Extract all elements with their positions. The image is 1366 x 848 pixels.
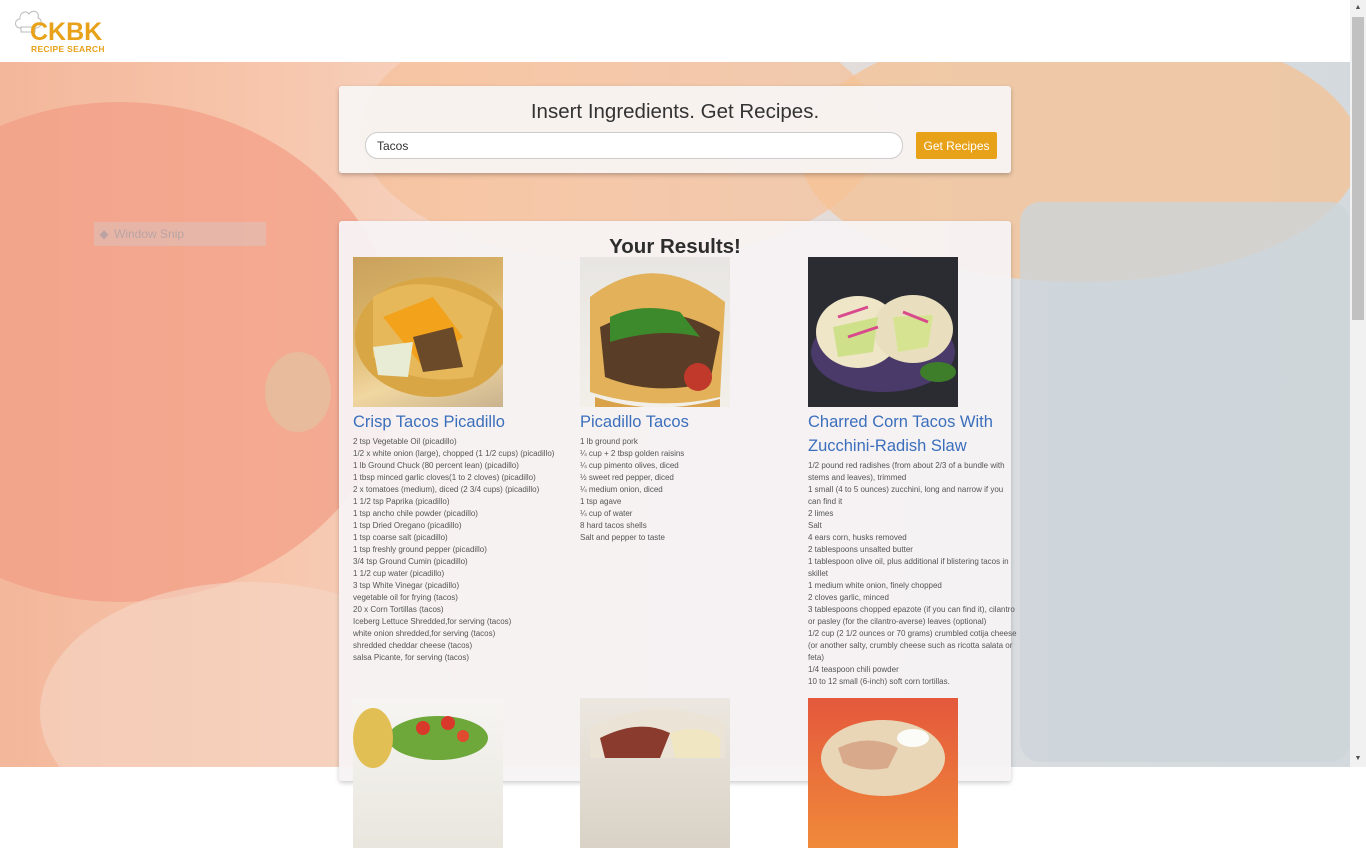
ingredient-item: 1 tsp agave — [580, 497, 622, 506]
ingredient-item: 2 x tomatoes (medium), diced (2 3/4 cups… — [353, 485, 540, 494]
ingredient-item: 1 tsp ancho chile powder (picadillo) — [353, 509, 478, 518]
recipe-card — [580, 698, 790, 848]
ingredient-item: ¼ cup of water — [580, 509, 633, 518]
search-card: Insert Ingredients. Get Recipes. Get Rec… — [339, 86, 1011, 173]
search-heading: Insert Ingredients. Get Recipes. — [530, 100, 820, 123]
ingredient-item: Salt and pepper to taste — [580, 533, 665, 542]
window-snip-ghost: ◆ Window Snip — [94, 222, 266, 246]
ingredient-item: shredded cheddar cheese (tacos) — [353, 641, 473, 650]
ingredient-item: 2 tablespoons unsalted butter — [808, 545, 913, 554]
recipe-card: Charred Corn Tacos With Zucchini-Radish … — [808, 257, 1018, 688]
salad-photo-icon — [353, 708, 488, 768]
recipe-image[interactable] — [580, 698, 730, 848]
ingredient-item: Salt — [808, 521, 822, 530]
logo-text: CKBK — [30, 18, 103, 46]
recipe-card — [808, 698, 1018, 848]
get-recipes-button[interactable]: Get Recipes — [916, 132, 997, 159]
ingredient-list: 2 tsp Vegetable Oil (picadillo) 1/2 x wh… — [353, 436, 563, 664]
recipe-card: Crisp Tacos Picadillo 2 tsp Vegetable Oi… — [353, 257, 563, 664]
recipe-image[interactable] — [353, 257, 503, 407]
ingredient-item: 4 ears corn, husks removed — [808, 533, 907, 542]
logo-subtitle: RECIPE SEARCH — [31, 44, 105, 54]
page-scrollbar[interactable]: ▲ ▼ — [1350, 0, 1366, 767]
recipe-image[interactable] — [580, 257, 730, 407]
recipe-image[interactable] — [808, 698, 958, 848]
ingredient-item: 1 tsp coarse salt (picadillo) — [353, 533, 448, 542]
ingredients-search-input[interactable] — [365, 132, 903, 159]
ingredient-item: 3 tsp White Vinegar (picadillo) — [353, 581, 460, 590]
ingredient-item: vegetable oil for frying (tacos) — [353, 593, 458, 602]
recipe-title-link[interactable]: Picadillo Tacos — [580, 410, 790, 434]
recipe-card: Picadillo Tacos 1 lb ground pork ¼ cup +… — [580, 257, 790, 544]
ingredient-item: 1 tsp Dried Oregano (picadillo) — [353, 521, 462, 530]
ingredient-item: 3/4 tsp Ground Cumin (picadillo) — [353, 557, 468, 566]
ingredient-item: 1/2 cup (2 1/2 ounces or 70 grams) crumb… — [808, 629, 1017, 662]
recipe-title-link[interactable]: Crisp Tacos Picadillo — [353, 410, 563, 434]
ingredient-item: 2 limes — [808, 509, 834, 518]
ingredient-item: 1/4 teaspoon chili powder — [808, 665, 899, 674]
taco-photo-icon — [590, 709, 725, 758]
ingredient-item: 2 tsp Vegetable Oil (picadillo) — [353, 437, 457, 446]
ingredient-item: 10 to 12 small (6-inch) soft corn tortil… — [808, 677, 950, 686]
ingredient-item: 1 1/2 cup water (picadillo) — [353, 569, 445, 578]
ingredient-item: 1 medium white onion, finely chopped — [808, 581, 942, 590]
ingredient-item: ¼ medium onion, diced — [580, 485, 663, 494]
site-logo[interactable]: CKBK RECIPE SEARCH — [14, 8, 110, 54]
snip-icon: ◆ — [99, 227, 109, 241]
site-header: CKBK RECIPE SEARCH — [0, 0, 1350, 62]
ingredient-item: ½ sweet red pepper, diced — [580, 473, 674, 482]
recipe-image[interactable] — [353, 698, 503, 848]
ingredient-item: 1 tablespoon olive oil, plus additional … — [808, 557, 1009, 578]
ingredient-item: white onion shredded,for serving (tacos) — [353, 629, 496, 638]
taco-photo-icon — [355, 277, 503, 397]
recipe-card — [353, 698, 563, 848]
recipe-image[interactable] — [808, 257, 958, 407]
ingredient-item: 8 hard tacos shells — [580, 521, 647, 530]
ingredient-list: 1 lb ground pork ¼ cup + 2 tbsp golden r… — [580, 436, 790, 544]
results-heading: Your Results! — [609, 235, 741, 258]
ingredient-list: 1/2 pound red radishes (from about 2/3 o… — [808, 460, 1018, 688]
ingredient-item: Iceberg Lettuce Shredded,for serving (ta… — [353, 617, 512, 626]
ingredient-item: 3 tablespoons chopped epazote (if you ca… — [808, 605, 1015, 626]
scroll-down-arrow-icon[interactable]: ▼ — [1350, 751, 1366, 767]
ingredient-item: salsa Picante, for serving (tacos) — [353, 653, 470, 662]
ingredient-item: 20 x Corn Tortillas (tacos) — [353, 605, 444, 614]
ingredient-item: 1 1/2 tsp Paprika (picadillo) — [353, 497, 450, 506]
ingredient-item: ¼ cup + 2 tbsp golden raisins — [580, 449, 685, 458]
ingredient-item: 1/2 pound red radishes (from about 2/3 o… — [808, 461, 1005, 482]
ingredient-item: ¼ cup pimento olives, diced — [580, 461, 679, 470]
ingredient-item: 1 lb Ground Chuck (80 percent lean) (pic… — [353, 461, 519, 470]
ingredient-item: 1 tsp freshly ground pepper (picadillo) — [353, 545, 487, 554]
window-snip-label: Window Snip — [114, 227, 185, 241]
scrollbar-thumb[interactable] — [1352, 17, 1364, 320]
ingredient-item: 1 tbsp minced garlic cloves(1 to 2 clove… — [353, 473, 536, 482]
results-card: Your Results! Crisp Tacos Picadillo 2 ts… — [339, 221, 1017, 848]
taco-photo-icon — [811, 295, 956, 392]
recipe-title-link[interactable]: Charred Corn Tacos With Zucchini-Radish … — [808, 410, 1018, 458]
ingredient-item: 1 lb ground pork — [580, 437, 638, 446]
scroll-up-arrow-icon[interactable]: ▲ — [1350, 0, 1366, 16]
taco-photo-icon — [821, 720, 945, 796]
taco-photo-icon — [590, 273, 725, 407]
ingredient-item: 2 cloves garlic, minced — [808, 593, 889, 602]
ingredient-item: 1/2 x white onion (large), chopped (1 1/… — [353, 449, 555, 458]
ingredient-item: 1 small (4 to 5 ounces) zucchini, long a… — [808, 485, 1004, 506]
